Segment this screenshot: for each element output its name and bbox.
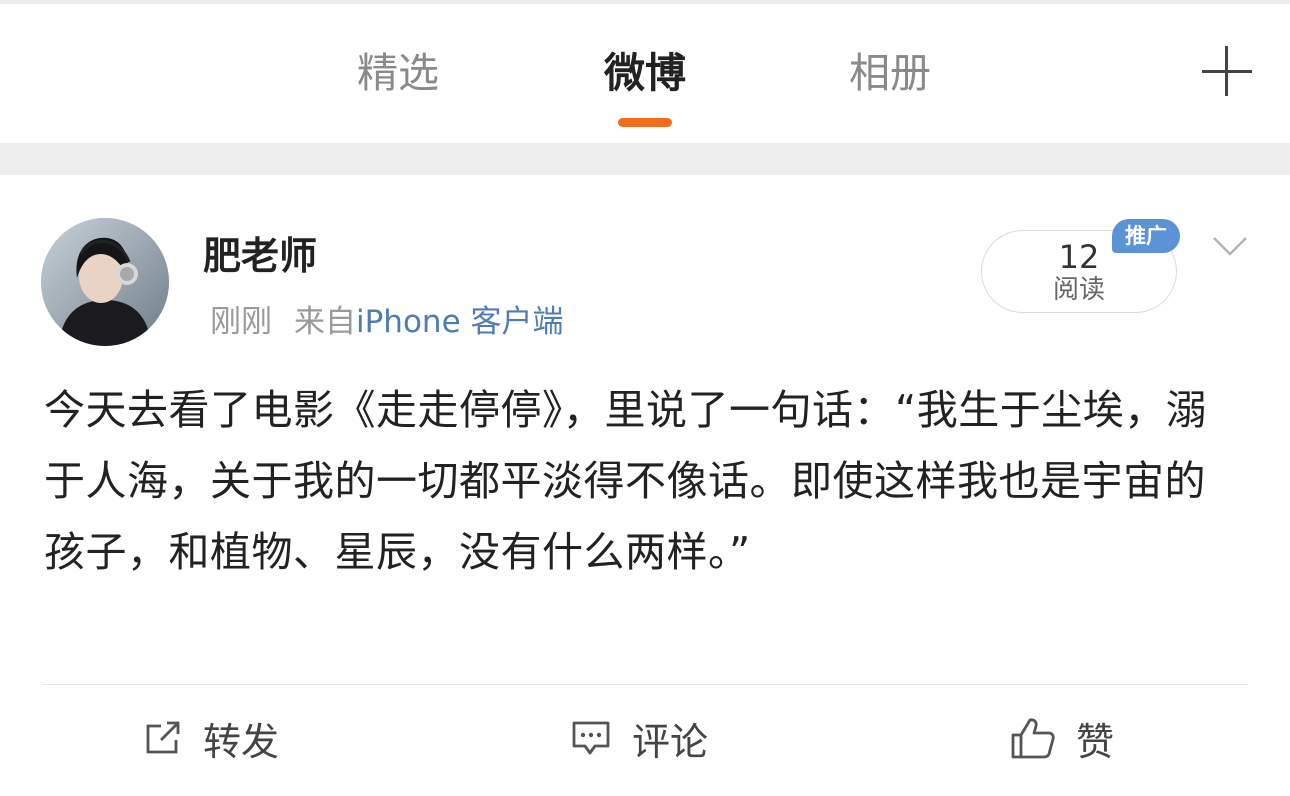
promo-badge: 推广 <box>1112 219 1180 253</box>
thumbs-up-icon <box>1011 718 1055 759</box>
post-meta: 刚刚 来自iPhone 客户端 <box>210 302 564 342</box>
repost-label: 转发 <box>203 719 280 764</box>
chevron-down-icon[interactable] <box>1212 235 1248 257</box>
repost-icon <box>146 721 180 754</box>
tab-weibo[interactable]: 微博 <box>565 48 725 98</box>
plus-icon[interactable] <box>1202 46 1252 96</box>
like-label: 赞 <box>1076 719 1115 764</box>
active-tab-indicator <box>618 118 672 127</box>
comment-label: 评论 <box>632 719 709 764</box>
read-label: 阅读 <box>1052 275 1105 305</box>
tab-xiangce[interactable]: 相册 <box>810 48 970 98</box>
action-divider <box>42 684 1248 685</box>
weibo-page: 精选 微博 相册 肥老师 刚刚 来自iPhone 客户端 12 阅读 推广 今天… <box>0 0 1290 796</box>
source-client[interactable]: iPhone 客户端 <box>356 304 564 340</box>
tab-jingxuan[interactable]: 精选 <box>318 48 478 98</box>
section-divider <box>0 143 1290 175</box>
repost-button[interactable]: 转发 <box>143 710 279 766</box>
source-prefix: 来自 <box>294 304 356 340</box>
post-text: 今天去看了电影《走走停停》，里说了一句话：“我生于尘埃，溺于人海，关于我的一切都… <box>44 386 1208 576</box>
top-tab-bar: 精选 微博 相册 <box>0 0 1290 143</box>
username[interactable]: 肥老师 <box>203 233 317 279</box>
comment-icon <box>572 721 610 755</box>
post-time: 刚刚 <box>210 304 272 340</box>
like-button[interactable]: 赞 <box>1010 710 1114 766</box>
comment-button[interactable]: 评论 <box>570 710 708 766</box>
post-card: 肥老师 刚刚 来自iPhone 客户端 12 阅读 推广 今天去看了电影《走走停停… <box>0 175 1290 796</box>
avatar[interactable] <box>41 218 169 346</box>
